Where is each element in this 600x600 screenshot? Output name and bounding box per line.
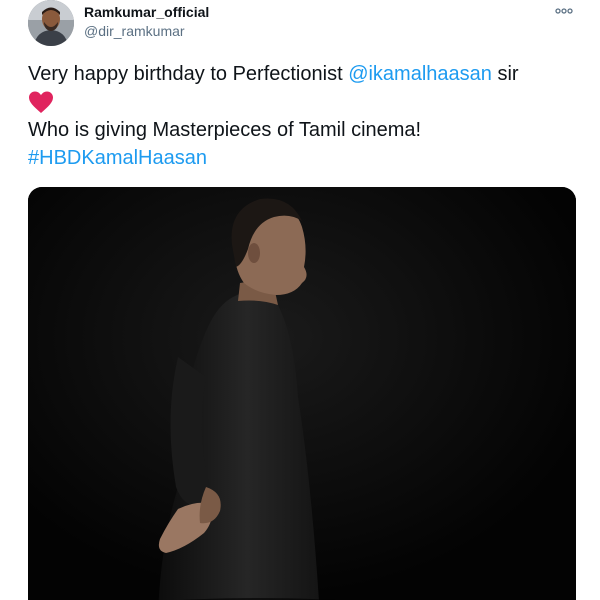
tweet-line-3: Who is giving Masterpieces of Tamil cine… xyxy=(28,119,422,141)
tweet-card: Ramkumar_official @dir_ramkumar Very hap… xyxy=(0,0,600,600)
more-options-icon[interactable] xyxy=(554,2,574,20)
red-heart-icon xyxy=(28,90,54,116)
tweet-photo[interactable] xyxy=(28,187,576,600)
user-handle[interactable]: @dir_ramkumar xyxy=(84,22,209,40)
mention-link[interactable]: @ikamalhaasan xyxy=(348,63,492,85)
tweet-text-part: Very happy birthday to Perfectionist xyxy=(28,63,349,85)
display-name[interactable]: Ramkumar_official xyxy=(84,4,209,20)
avatar[interactable] xyxy=(28,0,74,46)
hashtag-link[interactable]: #HBDKamalHaasan xyxy=(28,144,578,172)
author-info: Ramkumar_official @dir_ramkumar xyxy=(84,4,209,40)
tweet-line-1: Very happy birthday to Perfectionist @ik… xyxy=(28,60,578,88)
tweet-text: Very happy birthday to Perfectionist @ik… xyxy=(28,60,578,172)
tweet-text-part: sir xyxy=(491,63,519,85)
